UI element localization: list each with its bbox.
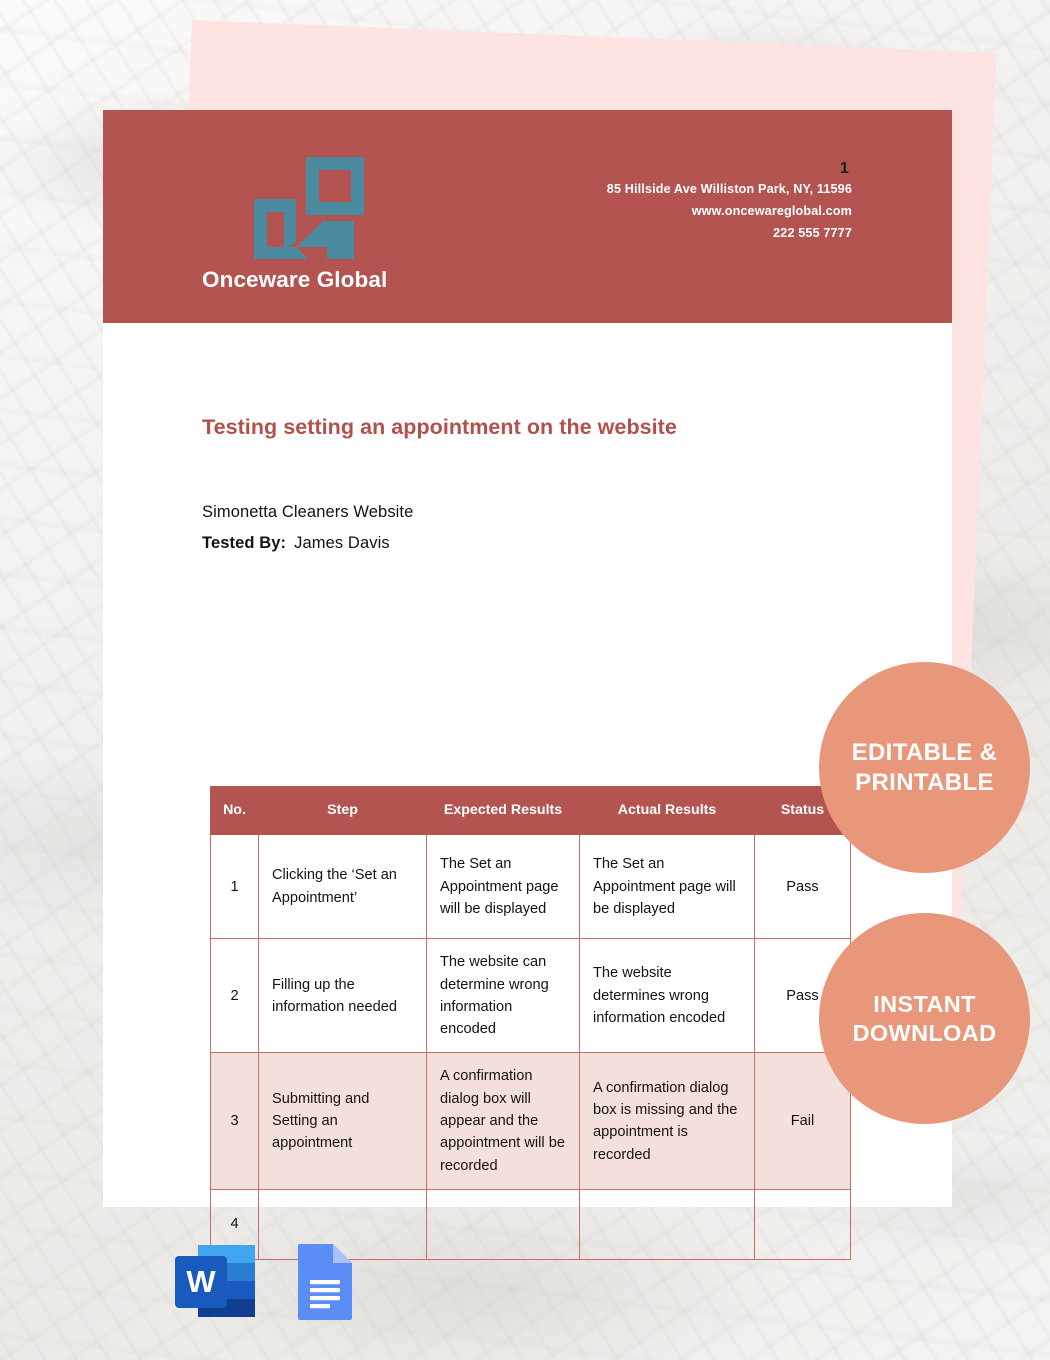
cell-actual: The website determines wrong information… xyxy=(579,938,755,1054)
cell-no: 1 xyxy=(210,834,259,940)
editable-printable-badge: EDITABLE & PRINTABLE xyxy=(819,662,1030,873)
cell-expected: A confirmation dialog box will appear an… xyxy=(426,1052,580,1191)
table-header-row: No. Step Expected Results Actual Results… xyxy=(210,785,851,836)
cell-actual xyxy=(579,1189,755,1261)
table-body: 1 Clicking the ‘Set an Appointment’ The … xyxy=(210,834,851,1261)
cell-no: 2 xyxy=(210,938,259,1054)
table-row[interactable]: 1 Clicking the ‘Set an Appointment’ The … xyxy=(210,834,851,940)
onceware-geometric-logo-icon xyxy=(248,155,372,263)
cell-no: 3 xyxy=(210,1052,259,1191)
file-format-icons: W xyxy=(173,1242,356,1327)
document-header-band: 1 85 Hillside Ave Williston Park, NY, 11… xyxy=(103,110,952,323)
column-header-step: Step xyxy=(258,785,427,836)
column-header-no: No. xyxy=(210,785,259,836)
cell-expected: The Set an Appointment page will be disp… xyxy=(426,834,580,940)
test-case-table-wrapper: No. Step Expected Results Actual Results… xyxy=(210,785,851,1261)
column-header-actual: Actual Results xyxy=(579,785,755,836)
cell-status xyxy=(754,1189,851,1261)
cell-status: Pass xyxy=(754,834,851,940)
test-case-table: No. Step Expected Results Actual Results… xyxy=(210,785,851,1261)
table-row[interactable]: 3 Submitting and Setting an appointment … xyxy=(210,1052,851,1191)
company-website: www.oncewareglobal.com xyxy=(691,204,852,219)
google-docs-icon[interactable] xyxy=(294,1242,356,1327)
table-header: No. Step Expected Results Actual Results… xyxy=(210,785,851,836)
table-row[interactable]: 2 Filling up the information needed The … xyxy=(210,938,851,1054)
cell-step: Clicking the ‘Set an Appointment’ xyxy=(258,834,427,940)
instant-download-badge: INSTANT DOWNLOAD xyxy=(819,913,1030,1124)
microsoft-word-icon[interactable]: W xyxy=(173,1242,258,1327)
company-contact-block: 85 Hillside Ave Williston Park, NY, 1159… xyxy=(607,178,852,244)
cell-expected: The website can determine wrong informat… xyxy=(426,938,580,1054)
subject-line: Simonetta Cleaners Website xyxy=(202,503,414,521)
tested-by-label: Tested By: xyxy=(202,534,287,552)
page-number: 1 xyxy=(839,160,849,177)
column-header-expected: Expected Results xyxy=(426,785,580,836)
cell-expected xyxy=(426,1189,580,1261)
tested-by-line: Tested By: James Davis xyxy=(202,534,390,553)
brand-name: Onceware Global xyxy=(202,267,388,292)
company-address: 85 Hillside Ave Williston Park, NY, 1159… xyxy=(606,182,852,196)
cell-actual: The Set an Appointment page will be disp… xyxy=(579,834,755,940)
company-phone: 222 555 7777 xyxy=(773,226,852,241)
tested-by-value: James Davis xyxy=(294,534,390,552)
page-title: Testing setting an appointment on the we… xyxy=(202,415,677,439)
cell-step: Filling up the information needed xyxy=(258,938,427,1054)
svg-text:W: W xyxy=(186,1264,216,1299)
cell-actual: A confirmation dialog box is missing and… xyxy=(579,1052,755,1191)
cell-step: Submitting and Setting an appointment xyxy=(258,1052,427,1191)
